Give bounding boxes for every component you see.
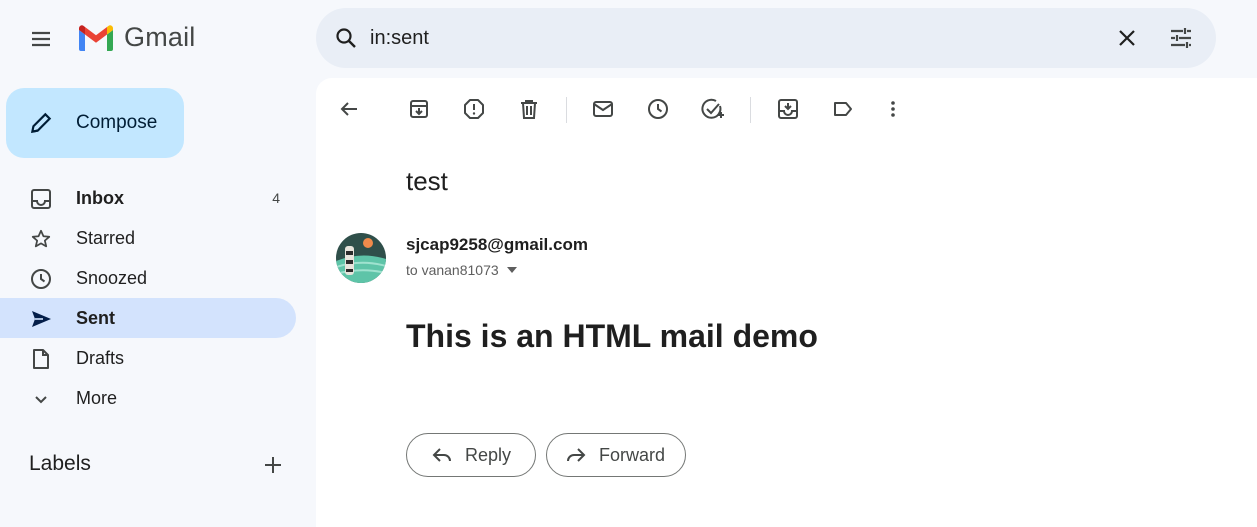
sidebar-item-label: Starred <box>76 227 136 248</box>
main-menu-button[interactable] <box>20 18 62 60</box>
report-spam-icon <box>464 99 484 119</box>
sidebar-item-drafts[interactable]: Drafts <box>0 338 296 378</box>
search-input[interactable] <box>370 24 1070 52</box>
forward-label: Forward <box>599 444 666 465</box>
sidebar-item-more[interactable]: More <box>0 378 296 418</box>
recipient-text: to vanan81073 <box>406 262 499 278</box>
avatar[interactable] <box>336 233 386 283</box>
archive-button[interactable] <box>406 96 432 122</box>
label-icon <box>834 102 852 116</box>
sidebar-item-label: Sent <box>76 307 116 328</box>
toolbar-divider <box>566 97 567 123</box>
toolbar-divider <box>750 97 751 123</box>
sidebar-item-label: More <box>76 387 118 408</box>
report-spam-button[interactable] <box>461 96 487 122</box>
caret-down-icon[interactable] <box>506 267 517 273</box>
labels-heading: Labels <box>29 452 91 475</box>
reply-label: Reply <box>465 444 512 465</box>
sidebar-item-inbox[interactable]: Inbox 4 <box>0 178 296 218</box>
compose-button[interactable]: Compose <box>6 88 184 158</box>
sender-email: sjcap9258@gmail.com <box>406 235 588 254</box>
back-button[interactable] <box>336 96 362 122</box>
star-icon <box>30 228 52 250</box>
message-body-heading: This is an HTML mail demo <box>406 318 818 354</box>
label-button[interactable] <box>830 96 856 122</box>
mark-unread-icon <box>593 101 613 117</box>
search-bar[interactable] <box>316 8 1216 68</box>
reply-icon <box>431 444 453 466</box>
add-to-tasks-button[interactable] <box>700 96 726 122</box>
archive-icon <box>410 100 428 118</box>
chevron-down-icon <box>30 388 52 410</box>
clear-search-icon[interactable] <box>1115 26 1139 50</box>
move-to-button[interactable] <box>775 96 801 122</box>
inbox-icon <box>30 188 52 210</box>
delete-icon <box>521 100 537 119</box>
sidebar-item-label: Inbox <box>76 187 124 208</box>
sidebar-item-snoozed[interactable]: Snoozed <box>0 258 296 298</box>
mark-unread-button[interactable] <box>590 96 616 122</box>
hamburger-menu-icon <box>32 31 50 47</box>
unread-count: 4 <box>272 190 280 206</box>
search-options-icon[interactable] <box>1168 25 1194 51</box>
message-pane: test sjcap9258@gmail.com to vanan81073 T… <box>316 78 1257 527</box>
send-icon <box>30 308 52 330</box>
sidebar-item-sent[interactable]: Sent <box>0 298 296 338</box>
sidebar-item-starred[interactable]: Starred <box>0 218 296 258</box>
more-vert-icon <box>891 101 895 117</box>
app-name: Gmail <box>124 22 196 52</box>
forward-button[interactable]: Forward <box>546 433 686 477</box>
message-subject: test <box>406 166 448 196</box>
snooze-icon <box>648 99 668 119</box>
back-arrow-icon <box>340 102 357 116</box>
search-icon[interactable] <box>334 26 358 50</box>
plus-icon <box>265 457 281 473</box>
clock-icon <box>30 268 52 290</box>
create-label-button[interactable] <box>262 454 284 476</box>
forward-icon <box>565 444 587 466</box>
snooze-button[interactable] <box>645 96 671 122</box>
reply-button[interactable]: Reply <box>406 433 536 477</box>
gmail-logo[interactable]: Gmail <box>76 22 196 53</box>
delete-button[interactable] <box>516 96 542 122</box>
move-to-icon <box>778 99 798 119</box>
draft-icon <box>30 348 52 370</box>
sidebar-item-label: Drafts <box>76 347 125 368</box>
pencil-icon <box>28 110 54 136</box>
gmail-m-icon <box>79 24 113 51</box>
recipient-details[interactable]: to vanan81073 <box>406 262 517 278</box>
more-actions-button[interactable] <box>880 96 906 122</box>
compose-label: Compose <box>76 112 158 133</box>
sidebar-item-label: Snoozed <box>76 267 148 288</box>
add-to-tasks-icon <box>701 98 724 119</box>
